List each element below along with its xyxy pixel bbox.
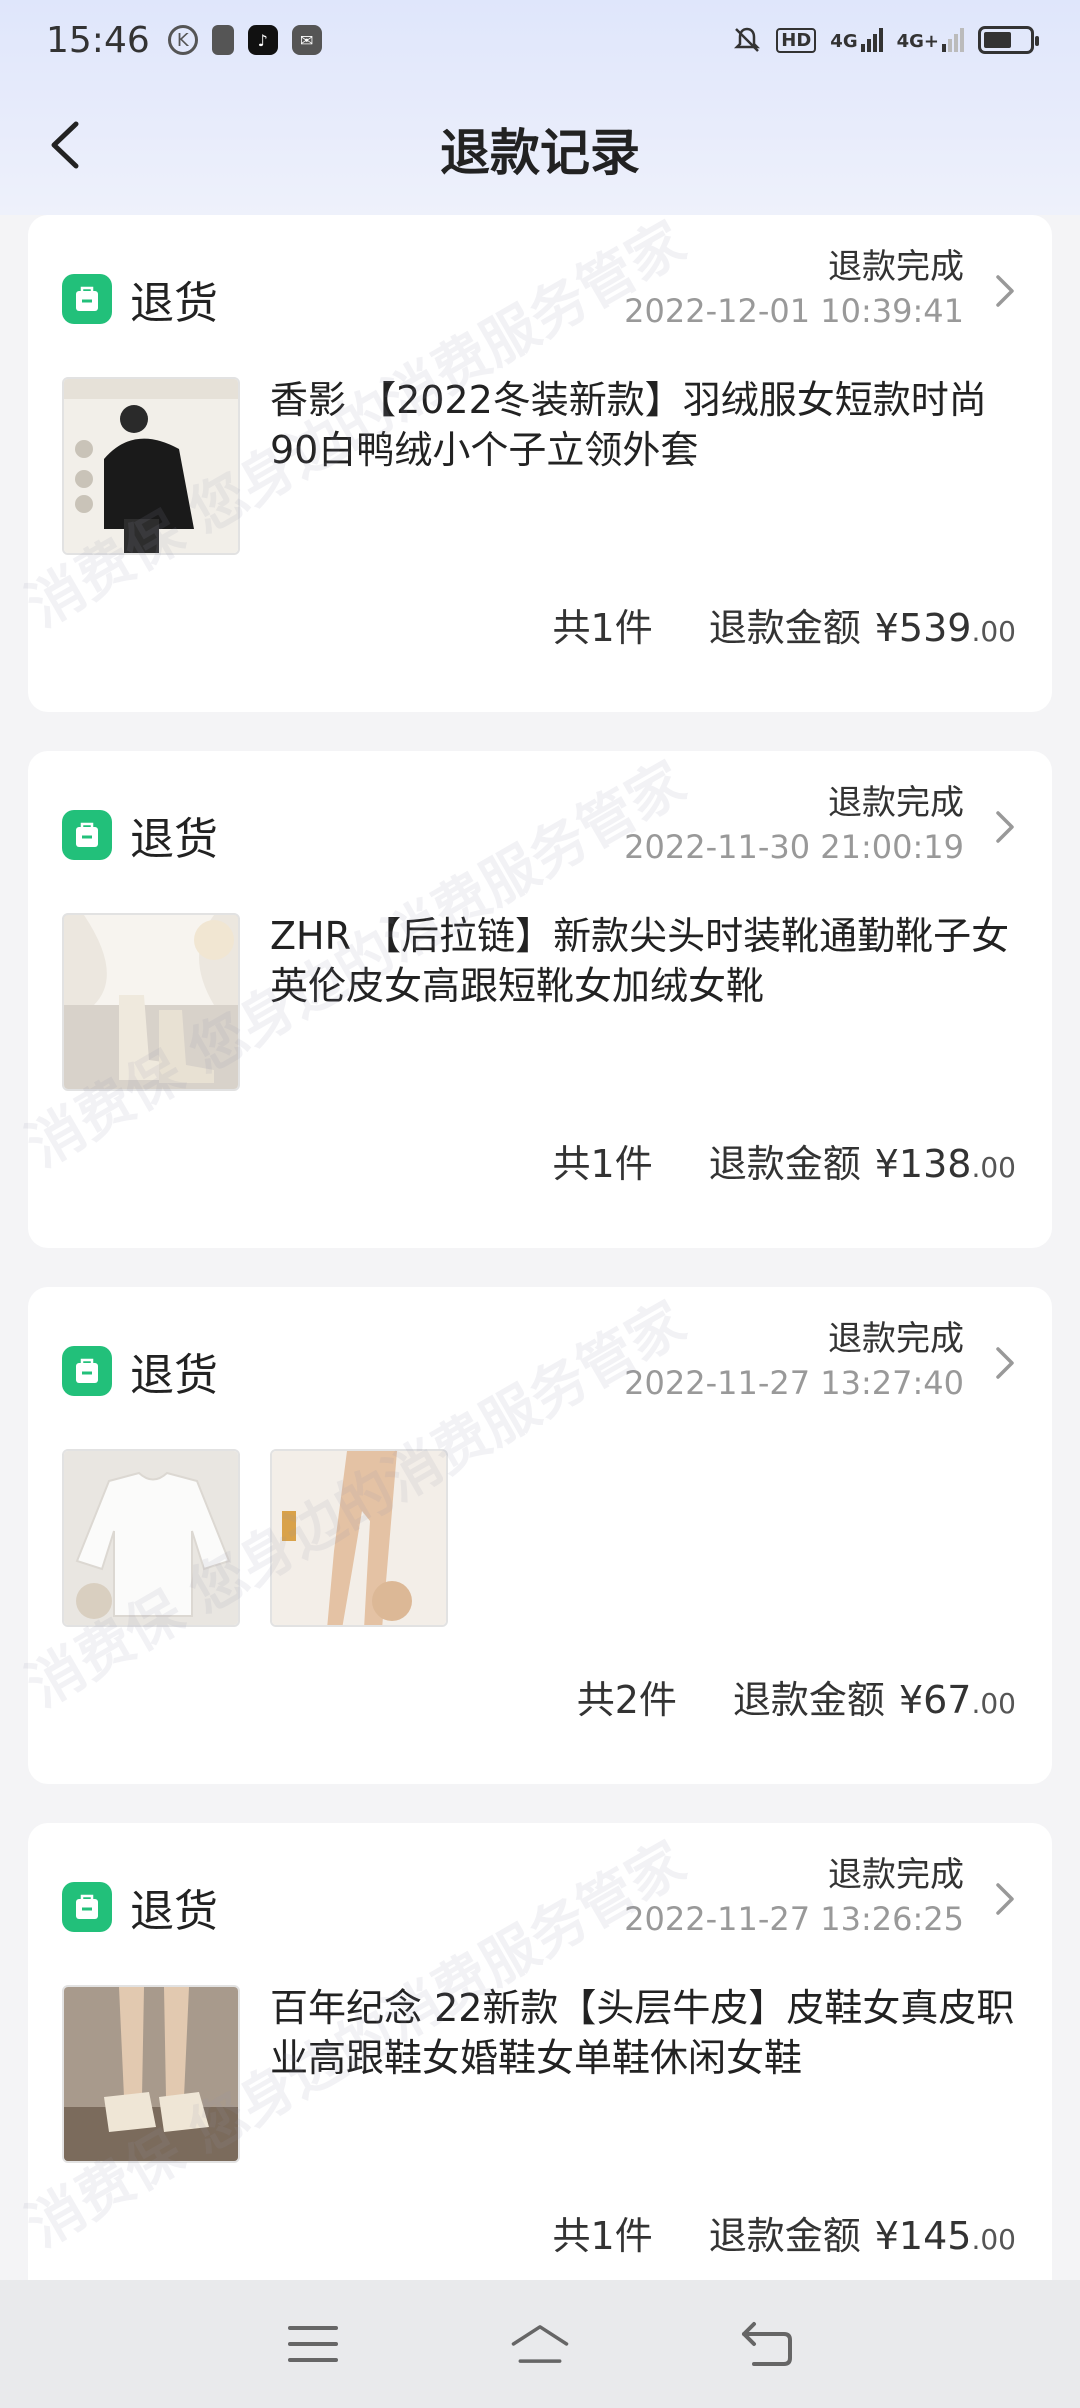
return-bag-icon [62, 1346, 112, 1396]
refund-card[interactable]: 退货 退款完成 2022-11-27 13:26:25 百年纪念 22新款【头层… [28, 1823, 1052, 2320]
refund-summary: 共1件 退款金额 ¥145.00 [553, 2205, 1016, 2260]
back-icon [741, 2322, 792, 2366]
home-button[interactable] [510, 2314, 570, 2374]
4g-plus-signal-icon: 4G+ [897, 28, 964, 52]
refund-date: 2022-11-30 21:00:19 [624, 828, 964, 866]
back-nav-button[interactable] [737, 2314, 797, 2374]
amount-label: 退款金额 [708, 2214, 861, 2258]
4g-signal-icon: 4G [830, 28, 883, 52]
amount-label: 退款金额 [732, 1678, 885, 1722]
refund-type-label: 退货 [130, 278, 218, 329]
amount-label: 退款金额 [708, 1142, 861, 1186]
refund-amount-decimal: .00 [971, 1151, 1016, 1184]
refund-status-text: 退款完成 [828, 247, 964, 287]
chevron-right-icon [996, 275, 1014, 307]
refund-type: 退货 [62, 803, 218, 867]
refund-status-text: 退款完成 [828, 1855, 964, 1895]
mute-bell-icon [734, 27, 761, 52]
tiktok-icon: ♪ [247, 25, 278, 55]
refund-status: 退款完成 2022-11-30 21:00:19 [624, 781, 964, 869]
item-count: 共1件 [552, 606, 653, 650]
refund-amount-decimal: .00 [971, 2223, 1016, 2256]
refund-amount-decimal: .00 [971, 1687, 1016, 1720]
system-nav-bar [0, 2280, 1080, 2408]
refund-date: 2022-11-27 13:27:40 [624, 1364, 964, 1402]
product-image-boots[interactable] [62, 913, 240, 1091]
refund-amount: ¥539 [874, 606, 972, 650]
cup-icon [211, 25, 234, 55]
refund-type-label: 退货 [130, 1350, 218, 1401]
battery-icon [978, 26, 1039, 54]
product-image-leather-shoes[interactable] [62, 1985, 240, 2163]
system-icons: HD 4G 4G+ [732, 25, 1039, 55]
return-bag-icon [62, 810, 112, 860]
product-title: ZHR 【后拉链】新款尖头时装靴通勤靴子女英伦皮女高跟短靴女加绒女靴 [270, 914, 1010, 1008]
refund-date: 2022-11-27 13:26:25 [624, 1900, 964, 1938]
item-count: 共1件 [552, 2214, 653, 2258]
notification-icons: K ♪ ✉ [167, 25, 322, 55]
product-title: 百年纪念 22新款【头层牛皮】皮鞋女真皮职业高跟鞋女婚鞋女单鞋休闲女鞋 [270, 1986, 1015, 2080]
refund-type-label: 退货 [130, 1886, 218, 1937]
return-bag-icon [62, 1882, 112, 1932]
menu-icon [288, 2326, 339, 2362]
refund-amount: ¥145 [874, 2214, 972, 2258]
refund-status: 退款完成 2022-11-27 13:27:40 [624, 1317, 964, 1405]
chevron-right-icon [996, 811, 1014, 843]
page-header: 退款记录 [0, 95, 1080, 195]
amount-label: 退款金额 [708, 606, 861, 650]
refund-summary: 共1件 退款金额 ¥539.00 [553, 597, 1016, 652]
refund-status-text: 退款完成 [828, 1319, 964, 1359]
refund-summary: 共1件 退款金额 ¥138.00 [553, 1133, 1016, 1188]
item-count: 共1件 [552, 1142, 653, 1186]
refund-card[interactable]: 退货 退款完成 2022-11-30 21:00:19 ZHR 【后拉链】新款尖… [28, 751, 1052, 1248]
home-icon [511, 2325, 569, 2363]
product-image-down-jacket[interactable] [62, 377, 240, 555]
refund-status: 退款完成 2022-12-01 10:39:41 [624, 245, 964, 333]
mail-icon: ✉ [291, 25, 322, 55]
refund-status: 退款完成 2022-11-27 13:26:25 [624, 1853, 964, 1941]
status-bar: 15:46 K ♪ ✉ HD 4G 4G+ [0, 0, 1080, 80]
k-circle-icon: K [167, 25, 198, 55]
refund-card[interactable]: 退货 退款完成 2022-12-01 10:39:41 香影 【2022冬装新款… [28, 215, 1052, 712]
refund-status-text: 退款完成 [828, 783, 964, 823]
refund-type: 退货 [62, 267, 218, 331]
chevron-right-icon [996, 1883, 1014, 1915]
hd-icon: HD [776, 27, 817, 53]
product-title: 香影 【2022冬装新款】羽绒服女短款时尚90白鸭绒小个子立领外套 [270, 378, 987, 472]
status-time: 15:46 [46, 19, 150, 61]
refund-date: 2022-12-01 10:39:41 [624, 292, 964, 330]
refund-amount: ¥67 [898, 1678, 972, 1722]
item-count: 共2件 [576, 1678, 677, 1722]
product-image-tights[interactable] [270, 1449, 448, 1627]
refund-amount-decimal: .00 [971, 615, 1016, 648]
refund-summary: 共2件 退款金额 ¥67.00 [577, 1669, 1016, 1724]
page-title: 退款记录 [440, 124, 640, 182]
refund-amount: ¥138 [874, 1142, 972, 1186]
return-bag-icon [62, 274, 112, 324]
refund-type-label: 退货 [130, 814, 218, 865]
product-image-white-blouse[interactable] [62, 1449, 240, 1627]
menu-button[interactable] [283, 2314, 343, 2374]
chevron-right-icon [996, 1347, 1014, 1379]
refund-card[interactable]: 退货 退款完成 2022-11-27 13:27:40 共2件 退款金额 ¥67… [28, 1287, 1052, 1784]
refund-type: 退货 [62, 1339, 218, 1403]
refund-type: 退货 [62, 1875, 218, 1939]
